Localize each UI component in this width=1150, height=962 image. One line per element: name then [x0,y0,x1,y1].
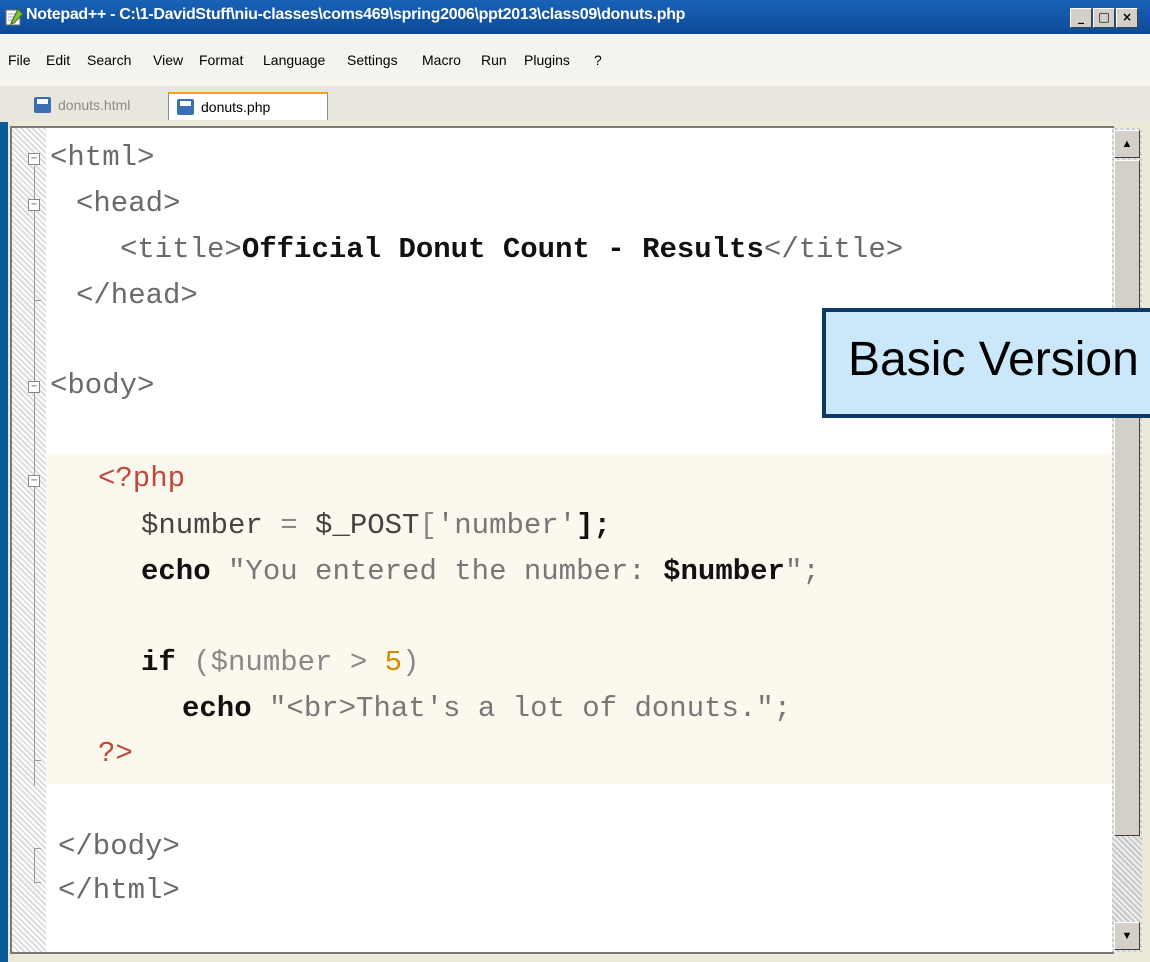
fold-end-tick [34,760,41,761]
fold-end-tick [34,300,41,301]
menu-language[interactable]: Language [263,52,325,68]
code-line: echo "You entered the number: $number"; [141,555,820,588]
menu-settings[interactable]: Settings [347,52,398,68]
code-line: </head> [76,279,198,312]
code-line: </html> [58,874,180,907]
code-line: <html> [50,141,155,174]
menu-plugins[interactable]: Plugins [524,52,570,68]
fold-line [34,848,35,882]
menu-view[interactable]: View [153,52,183,68]
menu-edit[interactable]: Edit [46,52,70,68]
code-line: </body> [58,830,180,863]
menu-macro[interactable]: Macro [422,52,461,68]
menu-format[interactable]: Format [199,52,243,68]
fold-minus-icon[interactable]: − [28,381,40,393]
code-line: <head> [76,187,181,220]
window-title: Notepad++ - C:\1-DavidStuff\niu-classes\… [26,6,686,23]
tab-donuts-html[interactable]: donuts.html [26,92,162,120]
scroll-thumb[interactable] [1114,160,1140,836]
menu-run[interactable]: Run [481,52,507,68]
notepad-window: Notepad++ - C:\1-DavidStuff\niu-classes\… [0,0,1150,962]
tab-label: donuts.html [58,97,131,113]
php-block-highlight [46,454,1114,784]
scroll-up-button[interactable]: ▲ [1114,130,1140,158]
fold-minus-icon[interactable]: − [28,475,40,487]
fold-minus-icon[interactable]: − [28,153,40,165]
code-line: echo "<br>That's a lot of donuts."; [182,692,792,725]
menu-search[interactable]: Search [87,52,131,68]
code-line: <?php [98,462,186,495]
fold-end-tick [34,848,41,849]
code-line: if ($number > 5) [141,646,420,679]
save-disk-icon [177,99,194,115]
window-left-edge [0,122,8,962]
title-bar: Notepad++ - C:\1-DavidStuff\niu-classes\… [0,0,1150,34]
menu-file[interactable]: File [8,52,31,68]
basic-version-callout: Basic Version [822,308,1150,418]
fold-margin [12,128,46,952]
notepad-app-icon [5,8,24,26]
code-line: <title>Official Donut Count - Results</t… [120,233,904,266]
menu-help[interactable]: ? [594,52,602,68]
maximize-button[interactable]: □ [1093,8,1115,28]
code-line: <body> [50,369,155,402]
scroll-down-button[interactable]: ▼ [1114,922,1140,950]
close-button[interactable]: × [1116,8,1138,28]
code-line: $number = $_POST['number']; [141,509,611,542]
tab-label: donuts.php [201,99,271,115]
minimize-button[interactable]: _ [1070,8,1092,28]
save-disk-icon [34,97,51,113]
code-line: ?> [98,737,133,770]
fold-minus-icon[interactable]: − [28,199,40,211]
tab-donuts-php[interactable]: donuts.php [168,92,328,120]
fold-end-tick [34,882,41,883]
